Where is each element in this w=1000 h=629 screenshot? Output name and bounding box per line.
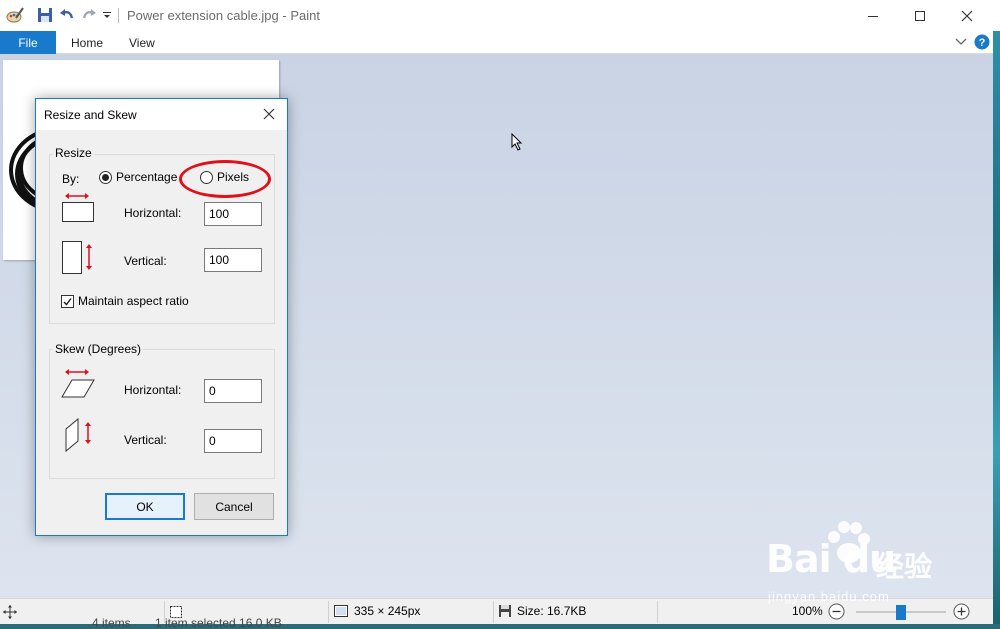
skew-horizontal-label: Horizontal: [124, 383, 182, 397]
watermark-url: jingyan.baidu.com [768, 589, 890, 604]
chevron-down-icon[interactable] [954, 36, 968, 51]
baidu-watermark: Bai du 经验 jingyan.baidu.com [766, 519, 948, 609]
mouse-cursor-icon [511, 132, 523, 154]
skew-legend: Skew (Degrees) [53, 342, 144, 356]
cancel-button[interactable]: Cancel [194, 493, 274, 520]
percentage-radio-label: Percentage [116, 170, 178, 184]
minimize-icon[interactable] [850, 0, 896, 31]
background-selected-info: 1 item selected 16.0 KB [155, 616, 282, 629]
percentage-radio-dot[interactable] [99, 170, 112, 184]
percentage-radio[interactable]: Percentage [99, 170, 177, 184]
by-label: By: [62, 172, 80, 186]
background-items-count: 4 items [92, 616, 131, 629]
background-window-strip: 4 items 1 item selected 16.0 KB [0, 616, 1000, 629]
annotation-ellipse [179, 160, 271, 198]
help-icon[interactable]: ? [974, 34, 990, 53]
redo-icon[interactable] [80, 6, 98, 24]
skew-vertical-icon [62, 417, 98, 456]
close-icon[interactable] [944, 0, 990, 31]
resize-vertical-icon [60, 239, 96, 280]
tab-file[interactable]: File [0, 31, 56, 54]
ribbon-tabs: File Home View ? [0, 31, 1000, 54]
maximize-icon[interactable] [897, 0, 943, 31]
dialog-close-icon[interactable] [258, 103, 280, 125]
maintain-aspect-label: Maintain aspect ratio [78, 294, 189, 308]
image-dimensions-text: 335 × 245px [354, 604, 421, 618]
tab-home[interactable]: Home [71, 31, 103, 54]
customize-toolbar-icon[interactable] [98, 6, 116, 24]
resize-legend: Resize [53, 146, 94, 160]
skew-vertical-label: Vertical: [124, 433, 167, 447]
move-cursor-icon [2, 604, 18, 620]
skew-vertical-input[interactable] [204, 429, 262, 453]
undo-icon[interactable] [58, 6, 76, 24]
skew-horizontal-icon [60, 367, 96, 404]
skew-horizontal-input[interactable] [204, 379, 262, 403]
file-size: Size: 16.7KB [498, 604, 586, 618]
resize-vertical-label: Vertical: [124, 254, 167, 268]
maintain-aspect-checkbox[interactable]: Maintain aspect ratio [61, 294, 189, 308]
title-separator [118, 8, 119, 23]
disk-icon [499, 605, 511, 617]
tab-view[interactable]: View [129, 31, 155, 54]
title-bar: Power extension cable.jpg - Paint [0, 0, 1000, 31]
resize-horizontal-input[interactable] [204, 202, 262, 226]
resize-vertical-input[interactable] [204, 248, 262, 272]
paint-app-icon[interactable] [6, 6, 24, 24]
resize-horizontal-icon [60, 191, 96, 226]
dialog-title-bar: Resize and Skew [36, 99, 287, 130]
window-title: Power extension cable.jpg - Paint [127, 8, 320, 23]
image-dimensions-icon [334, 605, 348, 617]
maintain-aspect-check-icon[interactable] [61, 294, 74, 308]
svg-text:?: ? [979, 37, 986, 49]
watermark-cn: 经验 [876, 550, 933, 583]
dialog-title: Resize and Skew [44, 108, 137, 122]
resize-horizontal-label: Horizontal: [124, 206, 182, 220]
file-size-text: Size: 16.7KB [517, 604, 587, 618]
status-separator [657, 601, 658, 623]
status-separator [328, 601, 329, 623]
image-dimensions: 335 × 245px [333, 604, 420, 618]
save-icon[interactable] [36, 6, 54, 24]
ok-button[interactable]: OK [105, 493, 185, 520]
desktop-background-strip [993, 31, 1000, 629]
status-separator [493, 601, 494, 623]
zoom-in-icon[interactable] [953, 603, 970, 623]
